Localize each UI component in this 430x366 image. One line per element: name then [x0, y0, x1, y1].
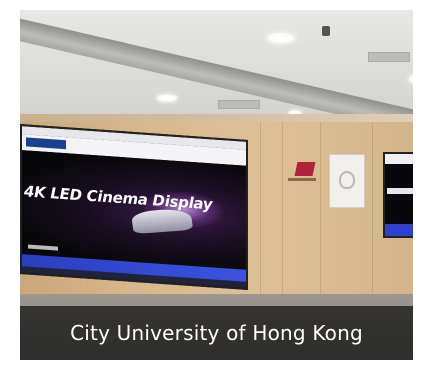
cityu-logo	[288, 162, 316, 186]
ceiling-vent	[368, 52, 410, 62]
ceiling-light	[156, 94, 178, 102]
wall-slat	[282, 122, 283, 302]
screen-right-blue-strip	[385, 224, 413, 236]
led-screen-right	[383, 152, 413, 238]
ceiling-light	[266, 32, 296, 44]
wall-slat	[320, 122, 321, 302]
wall-slat	[372, 122, 373, 302]
cityu-logo-text	[288, 178, 316, 181]
screen-right-header	[385, 154, 413, 164]
security-camera-icon	[322, 26, 330, 36]
emblem-icon	[339, 171, 355, 189]
cityu-logo-mark	[294, 162, 316, 176]
screen-right-title	[387, 188, 413, 194]
ceiling-vent	[218, 100, 260, 109]
led-screen-main: 4K LED Cinema Display	[20, 124, 248, 290]
wall-plaque	[329, 154, 365, 208]
caption-text: City University of Hong Kong	[70, 321, 363, 345]
photo-card: 4K LED Cinema Display City University of…	[20, 10, 413, 360]
wall-slat	[260, 122, 261, 302]
caption-bar: City University of Hong Kong	[20, 306, 413, 360]
